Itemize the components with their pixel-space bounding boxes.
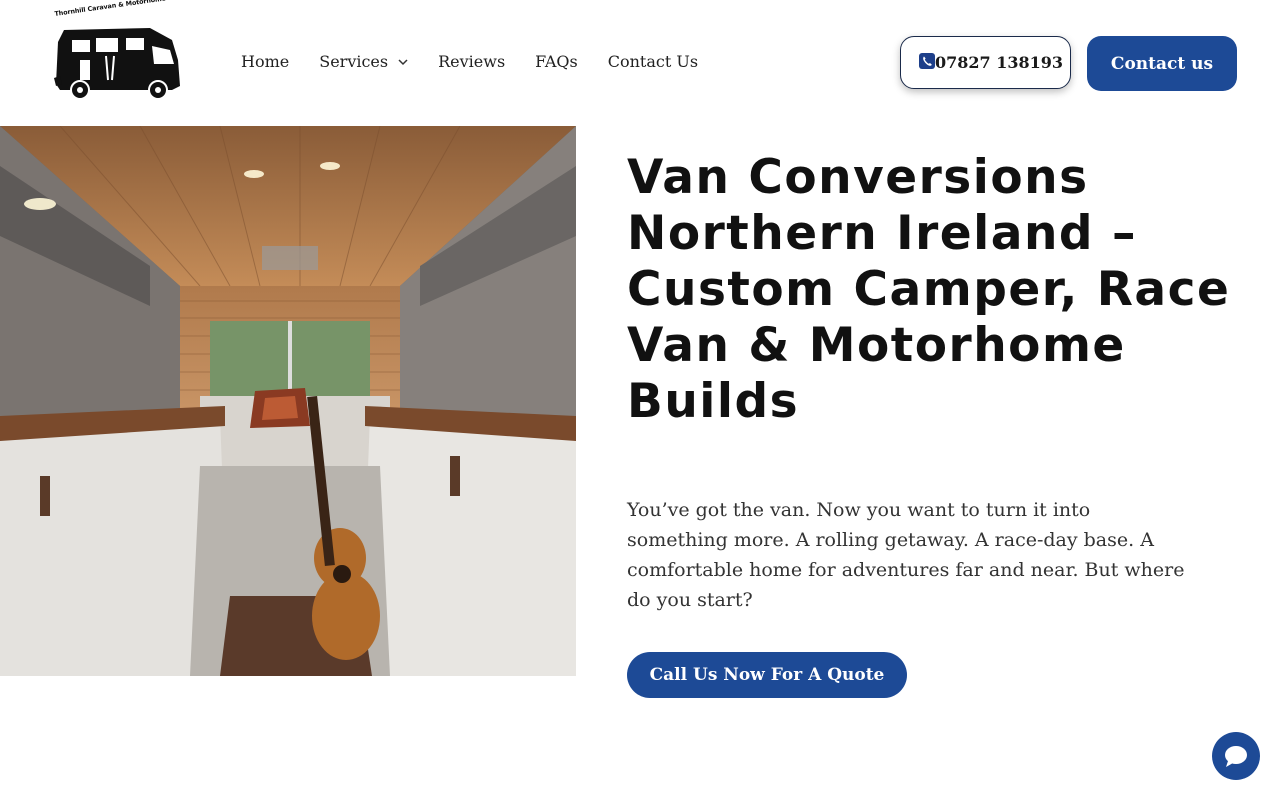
phone-icon (919, 52, 935, 69)
chat-widget-button[interactable] (1212, 732, 1260, 780)
hero-paragraph: You’ve got the van. Now you want to turn… (627, 499, 1185, 611)
nav-faqs[interactable]: FAQs (535, 52, 578, 71)
logo-text: Thornhill Caravan & Motorhome Services (54, 0, 198, 18)
phone-number: 07827 138193 (935, 53, 1064, 72)
nav-contact[interactable]: Contact Us (608, 52, 698, 71)
phone-button[interactable]: 07827 138193 (900, 36, 1071, 89)
nav-home[interactable]: Home (241, 52, 289, 71)
contact-us-button[interactable]: Contact us (1087, 36, 1237, 91)
chevron-down-icon (398, 58, 408, 65)
site-header: Thornhill Caravan & Motorhome Services H… (0, 0, 1280, 126)
motorhome-logo-icon (54, 28, 180, 100)
nav-services[interactable]: Services (319, 52, 408, 71)
main-nav: Home Services Reviews FAQs Contact Us (241, 52, 728, 71)
nav-reviews-label: Reviews (438, 52, 506, 71)
nav-services-label: Services (319, 52, 389, 71)
quote-cta-button[interactable]: Call Us Now For A Quote (627, 652, 907, 698)
nav-home-label: Home (241, 52, 290, 71)
chat-icon (1225, 746, 1247, 767)
nav-reviews[interactable]: Reviews (438, 52, 505, 71)
van-interior-image (0, 126, 576, 676)
nav-faqs-label: FAQs (535, 52, 578, 71)
site-logo[interactable]: Thornhill Caravan & Motorhome Services (50, 0, 198, 102)
hero-title: Van Conversions Northern Ireland – Custo… (627, 150, 1231, 429)
nav-contact-label: Contact Us (607, 52, 699, 71)
